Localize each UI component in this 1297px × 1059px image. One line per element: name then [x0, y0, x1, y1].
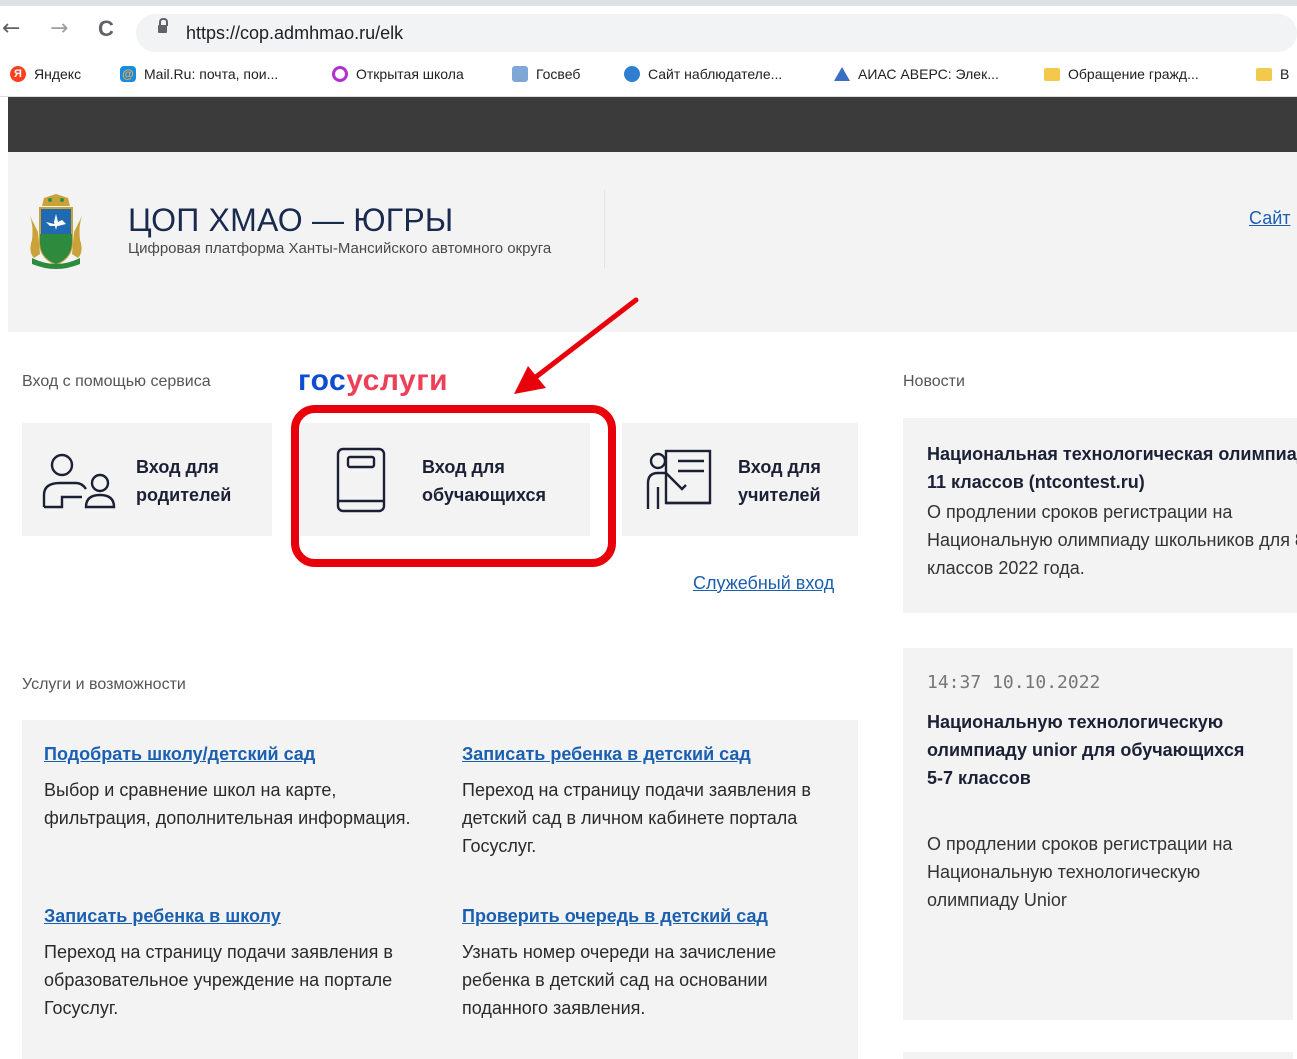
- service-link-enroll-school[interactable]: Записать ребенка в школу: [44, 906, 281, 927]
- login-section-label: Вход с помощью сервиса: [22, 373, 211, 390]
- bookmarks-bar: Я Яндекс @ Mail.Ru: почта, пои... Открыт…: [0, 56, 1297, 97]
- bookmark-label: АИАС АВЕРС: Элек...: [858, 66, 999, 82]
- folder-icon: [1256, 67, 1272, 81]
- annotation-arrow-icon: [514, 297, 639, 394]
- bookmark-gosweb[interactable]: Госвеб: [512, 66, 580, 82]
- login-card-label-2: учителей: [738, 485, 821, 505]
- news-card[interactable]: Национальная технологическая олимпиада 8…: [903, 418, 1297, 613]
- bookmark-label: Яндекс: [34, 66, 82, 82]
- gosuslugi-logo[interactable]: госуслуги: [298, 364, 448, 398]
- site-top-bar: [8, 97, 1297, 152]
- coat-of-arms-icon: [28, 194, 84, 269]
- service-description: Выбор и сравнение школ на карте, фильтра…: [44, 780, 411, 828]
- site-header: ЦОП ХМАО — ЮГРЫ Цифровая платформа Ханты…: [8, 152, 1297, 332]
- service-login-link[interactable]: Служебный вход: [693, 573, 834, 594]
- bookmark-open-school[interactable]: Открытая школа: [332, 66, 464, 82]
- news-text: О продлении сроков регистрации на Национ…: [927, 502, 1297, 578]
- login-teachers-card[interactable]: Вход для учителей: [622, 423, 858, 536]
- bookmark-citizen-appeal[interactable]: Обращение гражд...: [1044, 66, 1199, 82]
- service-description: Узнать номер очереди на зачисление ребен…: [462, 942, 777, 1018]
- news-card-partial: [903, 1052, 1293, 1059]
- teacher-board-icon: [646, 449, 712, 509]
- site-subtitle: Цифровая платформа Ханты-Мансийского авт…: [128, 240, 552, 257]
- bookmark-label: Mail.Ru: почта, пои...: [144, 66, 279, 82]
- service-description: Переход на страницу подачи заявления в д…: [462, 780, 811, 856]
- reload-icon[interactable]: C: [98, 18, 114, 40]
- news-title[interactable]: Национальную технологическую олимпиаду u…: [927, 708, 1257, 792]
- parent-child-icon: [42, 453, 116, 509]
- back-icon[interactable]: ←: [2, 18, 20, 40]
- browser-toolbar: ← → C https://cop.admhmao.ru/elk: [0, 6, 1297, 56]
- login-card-label-1: Вход для: [136, 457, 219, 477]
- bookmark-yandex[interactable]: Я Яндекс: [10, 66, 81, 82]
- service-link-check-queue[interactable]: Проверить очередь в детский сад: [462, 906, 768, 927]
- bookmark-label: Обращение гражд...: [1068, 66, 1199, 82]
- avers-icon: [834, 67, 850, 81]
- mailru-icon: @: [120, 66, 136, 82]
- bookmark-label: Сайт наблюдателе...: [648, 66, 783, 82]
- lock-icon: [158, 18, 168, 33]
- news-date: 14:37 10.10.2022: [927, 672, 1101, 693]
- site-link[interactable]: Сайт: [1249, 208, 1291, 229]
- bookmark-label: В: [1280, 66, 1290, 82]
- login-card-label-2: родителей: [136, 485, 232, 505]
- bookmark-label: Госвеб: [536, 66, 581, 82]
- folder-icon: [1044, 67, 1060, 81]
- bookmark-more[interactable]: В: [1256, 66, 1289, 82]
- service-description: Переход на страницу подачи заявления в о…: [44, 942, 393, 1018]
- news-card[interactable]: 14:37 10.10.2022 Национальную технологич…: [903, 648, 1293, 1020]
- service-link-enroll-kindergarten[interactable]: Записать ребенка в детский сад: [462, 744, 751, 765]
- services-section-label: Услуги и возможности: [22, 676, 186, 693]
- observer-site-icon: [624, 66, 640, 82]
- yandex-icon: Я: [10, 66, 26, 82]
- address-bar-url: https://cop.admhmao.ru/elk: [186, 23, 404, 43]
- gosweb-icon: [512, 66, 528, 82]
- bookmark-label: Открытая школа: [356, 66, 464, 82]
- news-section-label: Новости: [903, 373, 965, 390]
- open-school-icon: [332, 66, 348, 82]
- news-text: О продлении сроков регистрации на Национ…: [927, 834, 1233, 910]
- news-title[interactable]: Национальная технологическая олимпиада 8…: [927, 440, 1297, 496]
- login-card-label-1: Вход для: [738, 457, 821, 477]
- service-link-choose-school[interactable]: Подобрать школу/детский сад: [44, 744, 315, 765]
- forward-icon[interactable]: →: [50, 18, 68, 40]
- login-parents-card[interactable]: Вход для родителей: [22, 423, 272, 536]
- address-bar[interactable]: https://cop.admhmao.ru/elk: [136, 14, 1297, 52]
- bookmark-mailru[interactable]: @ Mail.Ru: почта, пои...: [120, 66, 278, 82]
- site-title: ЦОП ХМАО — ЮГРЫ: [128, 202, 454, 238]
- services-panel: Подобрать школу/детский сад Выбор и срав…: [22, 720, 858, 1059]
- bookmark-observer-site[interactable]: Сайт наблюдателе...: [624, 66, 782, 82]
- highlight-frame: [291, 405, 616, 567]
- gosuslugi-logo-part2: услуги: [346, 364, 449, 397]
- bookmark-avers[interactable]: АИАС АВЕРС: Элек...: [834, 66, 999, 82]
- gosuslugi-logo-part1: гос: [298, 364, 347, 397]
